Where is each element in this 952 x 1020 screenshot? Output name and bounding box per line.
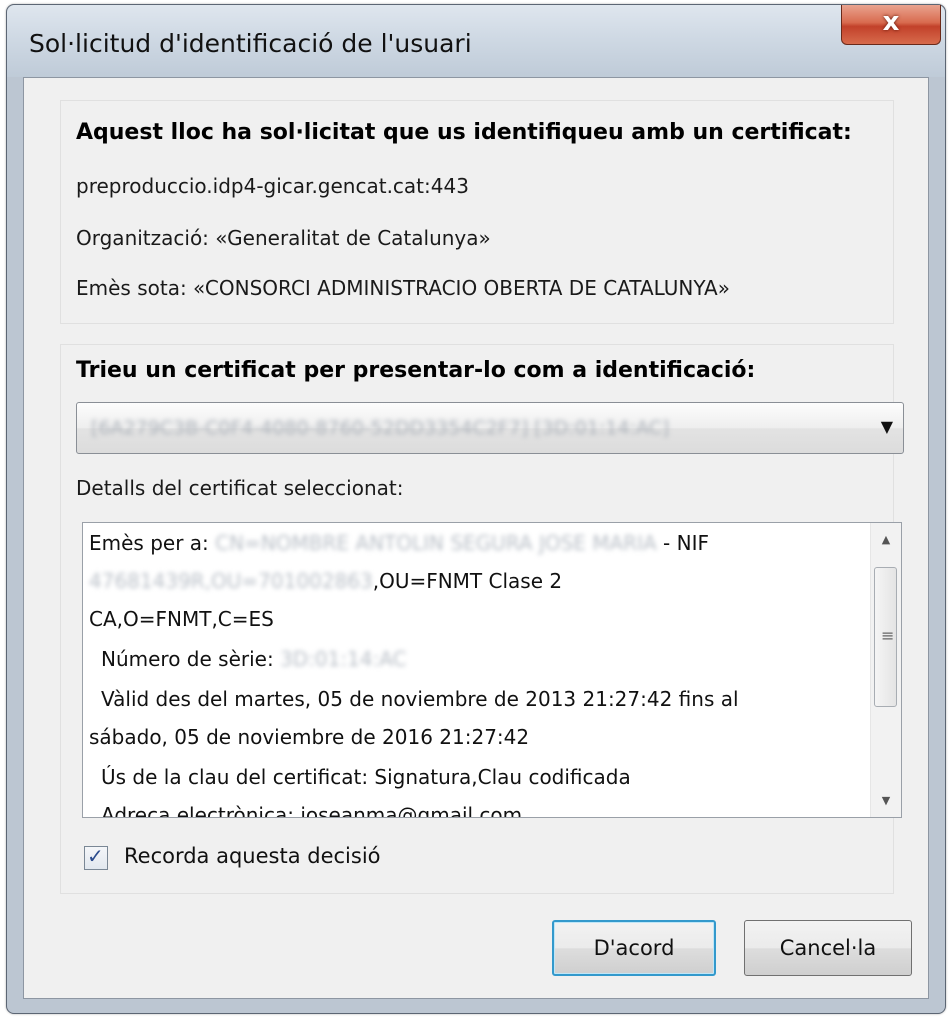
details-email: Adreça electrònica: joseanma@gmail.com (101, 803, 523, 818)
scroll-thumb[interactable]: ≡ (874, 567, 897, 707)
details-line-2: 47681439R,OU=701002863,OU=FNMT Clase 2 (89, 569, 562, 593)
serial-blurred: 3D:01:14:AC (280, 647, 407, 671)
site-issuer: Emès sota: «CONSORCI ADMINISTRACIO OBERT… (76, 276, 730, 300)
nif-blurred: 47681439R,OU=701002863 (89, 569, 373, 593)
window-title: Sol·licitud d'identificació de l'usuari (29, 29, 472, 58)
issued-to-label: Emès per a: (89, 531, 216, 555)
ou-text: ,OU=FNMT Clase 2 (372, 569, 563, 593)
selected-certificate: [6A279C3B-C0F4-4080-8760-52DD3354C2F7] [… (91, 417, 670, 439)
close-button[interactable]: x (841, 5, 941, 45)
close-icon: x (882, 7, 900, 37)
ok-button[interactable]: D'acord (552, 920, 716, 976)
dialog-window: Sol·licitud d'identificació de l'usuari … (6, 4, 946, 1014)
site-request-heading: Aquest lloc ha sol·licitat que us identi… (76, 120, 852, 145)
details-valid-from: Vàlid des del martes, 05 de noviembre de… (101, 687, 739, 711)
scroll-grip-icon: ≡ (881, 626, 895, 645)
details-scrollbar[interactable]: ▲ ≡ ▼ (870, 523, 901, 817)
details-line-3: CA,O=FNMT,C=ES (89, 607, 274, 631)
certificate-details-box[interactable]: Emès per a: CN=NOMBRE ANTOLIN SEGURA JOS… (82, 522, 902, 818)
issued-to-blurred: CN=NOMBRE ANTOLIN SEGURA JOSE MARIA (215, 531, 657, 555)
certificate-select[interactable]: [6A279C3B-C0F4-4080-8760-52DD3354C2F7] [… (76, 402, 904, 454)
details-issued-to: Emès per a: CN=NOMBRE ANTOLIN SEGURA JOS… (89, 531, 709, 555)
scroll-down-icon[interactable]: ▼ (871, 794, 901, 807)
choose-certificate-heading: Trieu un certificat per presentar-lo com… (76, 358, 756, 383)
remember-checkbox[interactable]: ✓ (84, 844, 108, 870)
site-host: preproduccio.idp4-gicar.gencat.cat:443 (76, 174, 469, 198)
title-bar[interactable]: Sol·licitud d'identificació de l'usuari … (7, 5, 945, 77)
details-valid-to: sábado, 05 de noviembre de 2016 21:27:42 (89, 725, 530, 749)
dialog-content: Aquest lloc ha sol·licitat que us identi… (23, 77, 929, 999)
checkmark-icon: ✓ (87, 844, 104, 868)
details-label: Detalls del certificat seleccionat: (76, 476, 404, 500)
issued-to-suffix: - NIF (656, 531, 709, 555)
serial-label: Número de sèrie: (101, 647, 281, 671)
scroll-up-icon[interactable]: ▲ (871, 533, 901, 546)
cancel-button[interactable]: Cancel·la (744, 920, 912, 976)
details-key-usage: Ús de la clau del certificat: Signatura,… (101, 765, 631, 789)
site-organization: Organització: «Generalitat de Catalunya» (76, 226, 491, 250)
remember-label[interactable]: Recorda aquesta decisió (124, 844, 381, 868)
dropdown-arrow-icon: ▼ (880, 417, 893, 436)
details-serial: Número de sèrie: 3D:01:14:AC (101, 647, 407, 671)
